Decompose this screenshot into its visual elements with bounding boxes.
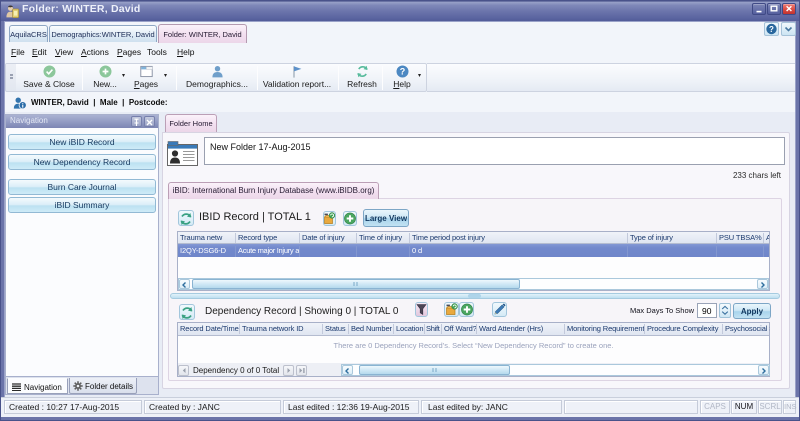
- svg-text:?: ?: [399, 66, 405, 76]
- svg-text:?: ?: [769, 25, 774, 34]
